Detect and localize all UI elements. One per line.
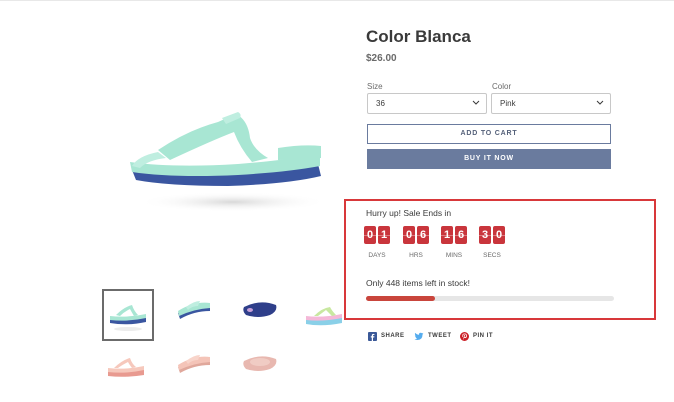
stock-progress-bar [366,296,614,301]
stock-progress-fill [366,296,436,301]
chevron-down-icon [596,100,604,105]
twitter-icon [414,332,424,340]
countdown-digit: 3 [479,226,491,244]
pinterest-icon [460,331,469,341]
buy-now-button[interactable]: BUY IT NOW [367,149,611,169]
top-divider [0,0,674,1]
countdown-hours-label: HRS [409,252,423,259]
product-title: Color Blanca [366,27,471,46]
countdown-days: 0 1 [364,226,396,244]
size-select-value: 36 [376,99,385,108]
countdown-digit: 0 [364,226,376,244]
countdown-seconds: 3 0 [479,226,511,244]
size-select[interactable]: 36 [367,93,487,114]
share-pinterest-button[interactable]: PIN IT [460,330,493,342]
product-price: $26.00 [366,53,397,64]
share-facebook-button[interactable]: SHARE [368,330,405,342]
color-select[interactable]: Pink [491,93,611,114]
countdown-digit: 0 [493,226,505,244]
add-to-cart-button[interactable]: ADD TO CART [367,124,611,144]
countdown-digit: 6 [417,226,429,244]
share-pinterest-label: PIN IT [473,333,494,339]
countdown-digit: 1 [441,226,453,244]
countdown-days-label: DAYS [368,252,386,259]
countdown-minutes: 1 6 [441,226,473,244]
countdown-minutes-label: MINS [445,252,463,259]
product-main-image [118,100,338,220]
countdown-digit: 6 [455,226,467,244]
countdown-hours: 0 6 [403,226,435,244]
share-twitter-button[interactable]: TWEET [414,330,452,342]
countdown-digit: 1 [378,226,390,244]
size-label: Size [367,82,383,91]
thumbnail-4[interactable] [302,289,342,341]
stock-message: Only 448 items left in stock! [366,278,470,288]
color-label: Color [492,82,512,91]
facebook-icon [368,331,377,341]
thumbnail-3[interactable] [236,289,288,341]
chevron-down-icon [472,100,480,105]
share-facebook-label: SHARE [381,333,405,339]
thumbnail-2[interactable] [170,289,222,341]
color-select-value: Pink [500,99,516,108]
countdown-seconds-label: SECS [483,252,501,259]
countdown-digit: 0 [403,226,415,244]
thumbnail-5[interactable] [102,345,154,397]
thumbnail-1[interactable] [102,289,154,341]
thumbnail-6[interactable] [170,345,222,397]
share-twitter-label: TWEET [428,333,452,339]
countdown-heading: Hurry up! Sale Ends in [366,208,452,218]
thumbnail-7[interactable] [236,345,288,397]
